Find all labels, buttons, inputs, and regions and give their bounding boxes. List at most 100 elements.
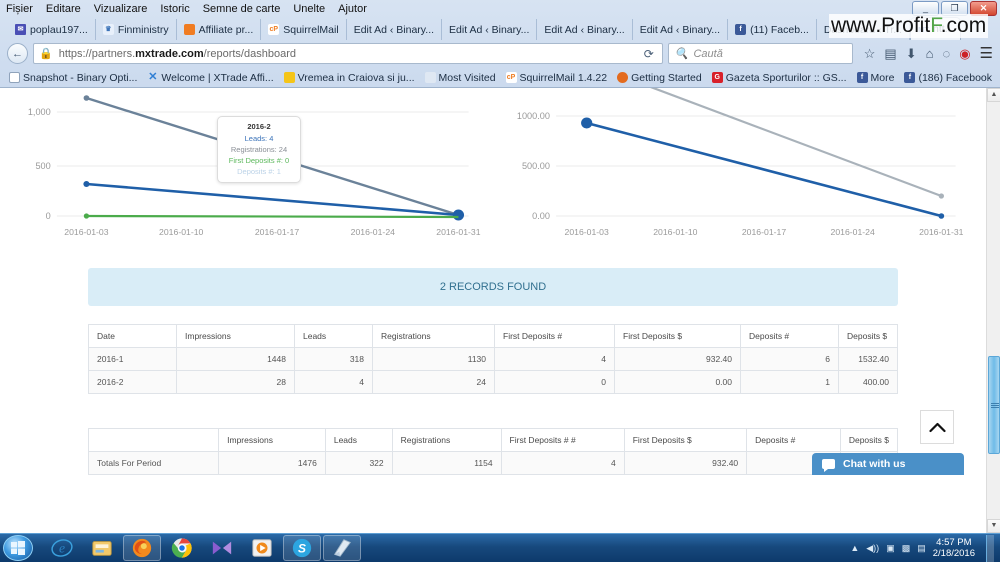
table-row[interactable]: 2016-2 28 4 24 0 0.00 1 400.00 (88, 370, 898, 394)
taskbar-skype[interactable]: S (283, 535, 321, 561)
menu-item-bookmarks[interactable]: Semne de carte (203, 3, 281, 15)
facebook-icon: f (735, 24, 747, 35)
bookmark-most-visited[interactable]: Most Visited (422, 72, 499, 84)
bookmark-squirrelmail[interactable]: cP SquirrelMail 1.4.22 (503, 72, 611, 84)
back-button[interactable]: ← (7, 43, 28, 64)
scrollbar-grip (991, 403, 999, 408)
chat-icon[interactable]: ◌ (942, 47, 950, 60)
taskbar-notepad[interactable] (323, 535, 361, 561)
network-icon[interactable]: ▣ (886, 543, 895, 554)
tray-expand-icon[interactable]: ▲ (850, 543, 859, 553)
svg-text:500: 500 (35, 161, 50, 171)
counts-chart: 1,000 500 0 2016-01-03 2016-01-10 2016-0… (10, 88, 489, 248)
downloads-icon[interactable]: ⬇ (906, 47, 917, 60)
taskbar-media-player[interactable] (203, 535, 241, 561)
menu-item-tools[interactable]: Unelte (293, 3, 325, 15)
xtrade-icon: ✕ (148, 71, 158, 83)
taskbar-firefox[interactable] (123, 535, 161, 561)
tab-label: (11) Faceb... (750, 23, 809, 36)
search-placeholder: Caută (693, 47, 723, 60)
table-row[interactable]: 2016-1 1448 318 1130 4 932.40 6 1532.40 (88, 347, 898, 371)
tab-finministry[interactable]: ♛ Finministry (96, 19, 177, 40)
reload-icon[interactable]: ⟳ (644, 47, 657, 61)
cell-first-deposits-s: 932.40 (614, 347, 741, 371)
reading-list-icon[interactable]: ▤ (884, 47, 896, 60)
menu-item-edit[interactable]: Editare (46, 3, 81, 15)
svg-text:1000.00: 1000.00 (517, 111, 550, 121)
taskbar-internet-explorer[interactable]: e (43, 535, 81, 561)
cell-deposits-n: 6 (740, 347, 839, 371)
scrollbar-thumb[interactable] (988, 356, 1000, 454)
bookmark-gazeta[interactable]: G Gazeta Sporturilor :: GS... (709, 72, 850, 84)
snapshot-icon (9, 72, 20, 83)
cell-impressions: 1448 (176, 347, 295, 371)
menu-item-help[interactable]: Ajutor (338, 3, 367, 15)
table-row: Totals For Period 1476 322 1154 4 932.40… (87, 451, 899, 475)
bars-icon (183, 24, 195, 35)
bookmark-getting-started[interactable]: Getting Started (614, 72, 705, 84)
chat-widget-label: Chat with us (843, 458, 906, 470)
scrollbar-down-arrow[interactable]: ▼ (987, 519, 1000, 533)
antivirus-icon[interactable]: ▩ (902, 543, 911, 554)
most-visited-icon (424, 72, 436, 83)
bookmark-star-icon[interactable]: ☆ (864, 47, 876, 60)
pinterest-icon[interactable]: ◉ (959, 47, 970, 60)
cell-registrations: 1130 (372, 347, 495, 371)
svg-text:2016-01-03: 2016-01-03 (565, 227, 610, 237)
tab-affiliate-pr[interactable]: Affiliate pr... (177, 19, 262, 40)
menu-hamburger-icon[interactable]: ☰ (980, 46, 993, 61)
taskbar-file-explorer[interactable] (83, 535, 121, 561)
tab-squirrelmail[interactable]: cP SquirrelMail (261, 19, 347, 40)
cell-totals-leads: 322 (324, 451, 393, 475)
facebook-icon: f (904, 72, 916, 83)
menu-item-view[interactable]: Vizualizare (94, 3, 148, 15)
col-deposits-s: Deposits $ (838, 324, 898, 348)
bookmark-vremea[interactable]: Vremea in Craiova si ju... (281, 72, 418, 84)
tab-label: Edit Ad ‹ Binary... (449, 23, 530, 36)
page-scrollbar[interactable]: ▲ ▼ (986, 88, 1000, 533)
cell-first-deposits-n: 0 (494, 370, 615, 394)
taskbar-clock[interactable]: 4:57 PM 2/18/2016 (933, 537, 975, 559)
col-totals-deposits-n: Deposits # (746, 428, 841, 452)
squirrelmail-icon: cP (268, 24, 280, 35)
volume-icon[interactable]: ◀)) (866, 543, 879, 554)
menu-item-file[interactable]: Fișier (6, 3, 33, 15)
cell-first-deposits-n: 4 (494, 347, 615, 371)
search-input[interactable]: 🔍 Caută (667, 43, 853, 64)
taskbar-video-player[interactable] (243, 535, 281, 561)
bookmark-facebook-186[interactable]: f (186) Facebook (901, 72, 995, 84)
tab-poplau197[interactable]: ✉ poplau197... (8, 19, 96, 40)
chat-widget[interactable]: Chat with us (812, 453, 964, 475)
cell-date: 2016-1 (88, 347, 177, 371)
address-bar[interactable]: 🔒 https://partners.mxtrade.com/reports/d… (33, 43, 663, 64)
bookmark-more[interactable]: f More (854, 72, 898, 84)
home-icon[interactable]: ⌂ (926, 47, 934, 60)
svg-text:2016-01-24: 2016-01-24 (351, 227, 396, 237)
svg-text:S: S (298, 542, 306, 556)
col-leads: Leads (294, 324, 373, 348)
bookmark-snapshot[interactable]: Snapshot - Binary Opti... (6, 72, 140, 84)
tab-facebook[interactable]: f (11) Faceb... (728, 19, 817, 40)
tab-edit-ad-4[interactable]: Edit Ad ‹ Binary... (633, 19, 729, 40)
cell-deposits-s: 1532.40 (838, 347, 898, 371)
scrollbar-up-arrow[interactable]: ▲ (987, 88, 1000, 102)
tab-edit-ad-3[interactable]: Edit Ad ‹ Binary... (537, 19, 633, 40)
firefox-icon (617, 72, 629, 83)
svg-text:e: e (59, 541, 65, 556)
media-player-icon (212, 541, 232, 555)
scroll-to-top-button[interactable] (920, 410, 954, 444)
clock-time: 4:57 PM (936, 537, 972, 548)
bookmark-xtrade[interactable]: ✕ Welcome | XTrade Affi... (144, 72, 276, 84)
start-button[interactable] (3, 535, 33, 561)
tab-edit-ad-2[interactable]: Edit Ad ‹ Binary... (442, 19, 538, 40)
cell-totals-first-deposits-s: 932.40 (623, 451, 748, 475)
show-desktop-button[interactable] (986, 534, 994, 562)
tab-edit-ad-1[interactable]: Edit Ad ‹ Binary... (347, 19, 443, 40)
squirrelmail-icon: cP (505, 72, 517, 83)
action-center-icon[interactable]: ▤ (917, 543, 926, 554)
records-table-wrap: Date Impressions Leads Registrations Fir… (87, 324, 899, 475)
clock-date: 2/18/2016 (932, 548, 975, 559)
taskbar: e S ▲ ◀)) ▣ ▩ ▤ 4:57 PM 2/18/2016 (0, 533, 1000, 562)
taskbar-chrome[interactable] (163, 535, 201, 561)
menu-item-history[interactable]: Istoric (160, 3, 189, 15)
